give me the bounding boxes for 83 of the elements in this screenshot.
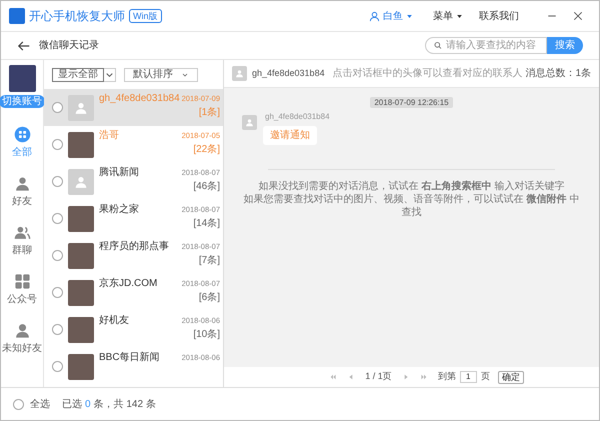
confirm-button[interactable]: 确定 <box>498 370 524 384</box>
select-radio[interactable] <box>52 176 63 187</box>
contact-name: 京东JD.COM <box>99 278 158 290</box>
message-count: [6条] <box>198 292 220 304</box>
contact-name: gh_4fe8de031b84 <box>252 66 325 80</box>
avatar-photo-placeholder <box>68 280 94 306</box>
person-icon <box>74 100 88 114</box>
back-arrow-icon <box>17 38 31 52</box>
select-radio[interactable] <box>52 361 63 372</box>
user-menu[interactable]: 白鱼 <box>369 8 413 24</box>
caret-icon <box>406 12 413 20</box>
avatar-photo-placeholder <box>68 206 94 232</box>
edition-badge: Win版 <box>129 9 162 23</box>
avatar-photo-placeholder <box>68 316 94 342</box>
contact-name: 浩哥 <box>99 130 119 142</box>
select-radio[interactable] <box>52 324 63 335</box>
nav-tab[interactable]: 群聊 <box>12 224 32 258</box>
goto-label: 到第 <box>438 370 456 384</box>
search-icon <box>434 41 442 50</box>
avatar-photo-placeholder <box>68 242 94 268</box>
select-radio[interactable] <box>52 213 63 224</box>
app-logo-icon <box>9 8 25 24</box>
page-indicator: 1 / 1页 <box>365 370 392 384</box>
contact-name: BBC每日新闻 <box>99 352 160 364</box>
selected-count: 0 <box>85 398 91 412</box>
nav-tab[interactable]: 未知好友 <box>2 322 42 356</box>
person-icon <box>14 322 30 339</box>
person-icon <box>235 69 244 78</box>
person-icon <box>14 175 30 192</box>
avatar-photo-placeholder <box>68 354 94 380</box>
person-icon <box>74 174 88 188</box>
message-bubble: 邀请通知 <box>263 126 317 145</box>
contact-name: 果粉之家 <box>99 204 139 216</box>
grid-icon <box>14 126 30 143</box>
sort-dropdown[interactable]: 默认排序 <box>124 68 198 82</box>
contact-name: 腾讯新闻 <box>99 167 139 179</box>
people-icon <box>14 224 30 241</box>
first-page-icon[interactable] <box>329 373 338 381</box>
caret-icon <box>456 12 463 20</box>
select-all-radio[interactable] <box>13 398 24 410</box>
nav-tab[interactable]: 好友 <box>12 175 32 209</box>
contact-name: 好机友 <box>99 315 129 327</box>
message-count: [7条] <box>198 255 220 267</box>
message-count: [46条] <box>193 181 220 193</box>
select-all-label: 全选 <box>30 398 50 412</box>
page-unit: 页 <box>480 370 490 384</box>
user-icon <box>369 10 380 22</box>
contact-name: gh_4fe8de031b84 <box>99 93 180 105</box>
search-field[interactable]: 请输入要查找的内容 <box>425 37 547 54</box>
page-input[interactable]: 1 <box>460 371 477 383</box>
person-icon <box>245 118 254 127</box>
show-filter-dropdown[interactable]: 显示全部 <box>52 68 104 82</box>
selected-label: 已选 <box>62 398 82 412</box>
total-label: 条，共 142 条 <box>94 398 156 412</box>
message-count: [14条] <box>193 218 220 230</box>
page-title: 微信聊天记录 <box>39 39 99 53</box>
contact-link[interactable]: 联系我们 <box>479 8 519 24</box>
apps-icon <box>14 273 30 290</box>
hint-text: 点击对话框中的头像可以查看对应的联系人 <box>332 66 523 81</box>
tip-text: 如果没找到需要的对话消息，试试在 右上角搜索框中 输入对话关键字 <box>258 180 564 193</box>
contact-name: 程序员的那点事 <box>99 241 169 253</box>
timestamp: 2018-07-09 12:26:15 <box>370 97 453 108</box>
select-radio[interactable] <box>52 139 63 150</box>
message-total: 消息总数：1条 <box>525 66 591 81</box>
account-photo-placeholder <box>8 65 36 92</box>
nav-tab[interactable]: 公众号 <box>7 273 37 307</box>
select-radio[interactable] <box>52 250 63 261</box>
avatar-photo-placeholder <box>68 132 94 158</box>
next-page-icon[interactable] <box>402 373 410 381</box>
sender-name: gh_4fe8de031b84 <box>265 111 330 123</box>
close-icon <box>573 11 583 21</box>
previous-page-icon[interactable] <box>347 373 356 381</box>
message-count: [1条] <box>198 107 220 119</box>
select-radio[interactable] <box>52 102 63 113</box>
caret-icon <box>104 68 116 82</box>
app-title: 开心手机恢复大师 <box>29 8 125 25</box>
last-page-icon[interactable] <box>420 373 428 381</box>
menu-button[interactable]: 菜单 <box>433 8 463 24</box>
message-count: [10条] <box>193 329 220 341</box>
message-count: [22条] <box>193 144 220 156</box>
tip-text: 如果您需要查找对话中的图片、视频、语音等附件，可以试试在 微信附件 中查找 <box>242 193 580 219</box>
avatar-placeholder[interactable] <box>242 115 257 130</box>
select-radio[interactable] <box>52 287 63 298</box>
